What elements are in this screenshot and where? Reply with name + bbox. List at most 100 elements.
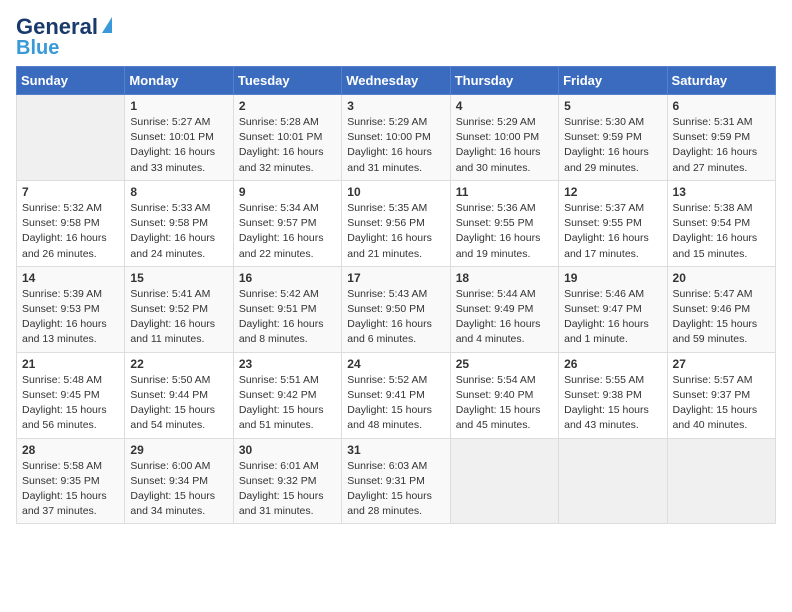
calendar-cell: 2 Sunrise: 5:28 AMSunset: 10:01 PMDayligh…: [233, 95, 341, 181]
calendar-cell: 15 Sunrise: 5:41 AMSunset: 9:52 PMDayligh…: [125, 266, 233, 352]
logo: General Blue: [16, 16, 112, 58]
day-number: 15: [130, 271, 227, 285]
day-info: Sunrise: 5:48 AMSunset: 9:45 PMDaylight:…: [22, 373, 119, 434]
calendar-cell: 4 Sunrise: 5:29 AMSunset: 10:00 PMDayligh…: [450, 95, 558, 181]
calendar-header-row: SundayMondayTuesdayWednesdayThursdayFrid…: [17, 67, 776, 95]
calendar-cell: 30Sunrise: 6:01 AMSunset: 9:32 PMDayligh…: [233, 438, 341, 524]
day-number: 3: [347, 99, 444, 113]
calendar-cell: 19 Sunrise: 5:46 AMSunset: 9:47 PMDayligh…: [559, 266, 667, 352]
day-number: 23: [239, 357, 336, 371]
day-info: Sunrise: 5:29 AMSunset: 10:00 PMDaylight…: [347, 115, 444, 176]
calendar-cell: 8 Sunrise: 5:33 AMSunset: 9:58 PMDaylight…: [125, 180, 233, 266]
day-info: Sunrise: 5:41 AMSunset: 9:52 PMDaylight:…: [130, 287, 227, 348]
calendar-cell: 17Sunrise: 5:43 AMSunset: 9:50 PMDayligh…: [342, 266, 450, 352]
day-info: Sunrise: 5:35 AMSunset: 9:56 PMDaylight:…: [347, 201, 444, 262]
day-number: 11: [456, 185, 553, 199]
day-number: 24: [347, 357, 444, 371]
column-header-thursday: Thursday: [450, 67, 558, 95]
column-header-sunday: Sunday: [17, 67, 125, 95]
day-info: Sunrise: 5:28 AMSunset: 10:01 PMDaylight…: [239, 115, 336, 176]
logo-text-blue: Blue: [16, 38, 59, 58]
day-number: 18: [456, 271, 553, 285]
day-number: 20: [673, 271, 770, 285]
day-info: Sunrise: 5:33 AMSunset: 9:58 PMDaylight:…: [130, 201, 227, 262]
calendar-cell: [559, 438, 667, 524]
calendar-cell: 12 Sunrise: 5:37 AMSunset: 9:55 PMDayligh…: [559, 180, 667, 266]
day-number: 22: [130, 357, 227, 371]
day-number: 4: [456, 99, 553, 113]
day-info: Sunrise: 5:39 AMSunset: 9:53 PMDaylight:…: [22, 287, 119, 348]
day-info: Sunrise: 5:43 AMSunset: 9:50 PMDaylight:…: [347, 287, 444, 348]
calendar-cell: 10 Sunrise: 5:35 AMSunset: 9:56 PMDayligh…: [342, 180, 450, 266]
logo-triangle-icon: [102, 17, 112, 33]
week-row-1: 1 Sunrise: 5:27 AMSunset: 10:01 PMDayligh…: [17, 95, 776, 181]
column-header-monday: Monday: [125, 67, 233, 95]
calendar-cell: [450, 438, 558, 524]
day-info: Sunrise: 5:57 AMSunset: 9:37 PMDaylight:…: [673, 373, 770, 434]
day-number: 12: [564, 185, 661, 199]
column-header-wednesday: Wednesday: [342, 67, 450, 95]
day-info: Sunrise: 5:46 AMSunset: 9:47 PMDaylight:…: [564, 287, 661, 348]
column-header-tuesday: Tuesday: [233, 67, 341, 95]
logo-text-general: General: [16, 16, 98, 38]
calendar-cell: 7 Sunrise: 5:32 AMSunset: 9:58 PMDaylight…: [17, 180, 125, 266]
day-number: 2: [239, 99, 336, 113]
day-number: 29: [130, 443, 227, 457]
day-info: Sunrise: 5:32 AMSunset: 9:58 PMDaylight:…: [22, 201, 119, 262]
calendar-cell: 29Sunrise: 6:00 AMSunset: 9:34 PMDayligh…: [125, 438, 233, 524]
day-info: Sunrise: 5:37 AMSunset: 9:55 PMDaylight:…: [564, 201, 661, 262]
day-number: 9: [239, 185, 336, 199]
day-number: 10: [347, 185, 444, 199]
week-row-5: 28Sunrise: 5:58 AMSunset: 9:35 PMDayligh…: [17, 438, 776, 524]
week-row-3: 14Sunrise: 5:39 AMSunset: 9:53 PMDayligh…: [17, 266, 776, 352]
day-number: 16: [239, 271, 336, 285]
column-header-friday: Friday: [559, 67, 667, 95]
calendar-cell: [17, 95, 125, 181]
page-header: General Blue: [16, 16, 776, 58]
calendar-cell: 23 Sunrise: 5:51 AMSunset: 9:42 PMDayligh…: [233, 352, 341, 438]
day-info: Sunrise: 6:03 AMSunset: 9:31 PMDaylight:…: [347, 459, 444, 520]
day-info: Sunrise: 5:38 AMSunset: 9:54 PMDaylight:…: [673, 201, 770, 262]
calendar-cell: [667, 438, 775, 524]
day-info: Sunrise: 5:27 AMSunset: 10:01 PMDaylight…: [130, 115, 227, 176]
week-row-4: 21Sunrise: 5:48 AMSunset: 9:45 PMDayligh…: [17, 352, 776, 438]
calendar-cell: 16 Sunrise: 5:42 AMSunset: 9:51 PMDayligh…: [233, 266, 341, 352]
week-row-2: 7 Sunrise: 5:32 AMSunset: 9:58 PMDaylight…: [17, 180, 776, 266]
day-number: 27: [673, 357, 770, 371]
day-number: 7: [22, 185, 119, 199]
calendar-cell: 31 Sunrise: 6:03 AMSunset: 9:31 PMDayligh…: [342, 438, 450, 524]
calendar-cell: 26 Sunrise: 5:55 AMSunset: 9:38 PMDayligh…: [559, 352, 667, 438]
day-number: 31: [347, 443, 444, 457]
day-number: 28: [22, 443, 119, 457]
day-info: Sunrise: 5:42 AMSunset: 9:51 PMDaylight:…: [239, 287, 336, 348]
day-number: 6: [673, 99, 770, 113]
column-header-saturday: Saturday: [667, 67, 775, 95]
calendar-cell: 3 Sunrise: 5:29 AMSunset: 10:00 PMDayligh…: [342, 95, 450, 181]
day-info: Sunrise: 5:54 AMSunset: 9:40 PMDaylight:…: [456, 373, 553, 434]
calendar-cell: 1 Sunrise: 5:27 AMSunset: 10:01 PMDayligh…: [125, 95, 233, 181]
calendar-cell: 27 Sunrise: 5:57 AMSunset: 9:37 PMDayligh…: [667, 352, 775, 438]
calendar-cell: 28Sunrise: 5:58 AMSunset: 9:35 PMDayligh…: [17, 438, 125, 524]
day-info: Sunrise: 5:30 AMSunset: 9:59 PMDaylight:…: [564, 115, 661, 176]
day-info: Sunrise: 5:34 AMSunset: 9:57 PMDaylight:…: [239, 201, 336, 262]
day-number: 8: [130, 185, 227, 199]
day-number: 5: [564, 99, 661, 113]
day-number: 13: [673, 185, 770, 199]
day-info: Sunrise: 6:01 AMSunset: 9:32 PMDaylight:…: [239, 459, 336, 520]
calendar-cell: 18Sunrise: 5:44 AMSunset: 9:49 PMDayligh…: [450, 266, 558, 352]
calendar-cell: 24Sunrise: 5:52 AMSunset: 9:41 PMDayligh…: [342, 352, 450, 438]
calendar-cell: 13 Sunrise: 5:38 AMSunset: 9:54 PMDayligh…: [667, 180, 775, 266]
day-number: 25: [456, 357, 553, 371]
calendar-cell: 14Sunrise: 5:39 AMSunset: 9:53 PMDayligh…: [17, 266, 125, 352]
day-info: Sunrise: 5:55 AMSunset: 9:38 PMDaylight:…: [564, 373, 661, 434]
day-info: Sunrise: 5:50 AMSunset: 9:44 PMDaylight:…: [130, 373, 227, 434]
day-number: 1: [130, 99, 227, 113]
calendar-cell: 20Sunrise: 5:47 AMSunset: 9:46 PMDayligh…: [667, 266, 775, 352]
calendar-cell: 11 Sunrise: 5:36 AMSunset: 9:55 PMDayligh…: [450, 180, 558, 266]
day-info: Sunrise: 5:36 AMSunset: 9:55 PMDaylight:…: [456, 201, 553, 262]
day-info: Sunrise: 5:29 AMSunset: 10:00 PMDaylight…: [456, 115, 553, 176]
day-info: Sunrise: 5:51 AMSunset: 9:42 PMDaylight:…: [239, 373, 336, 434]
day-number: 19: [564, 271, 661, 285]
day-number: 26: [564, 357, 661, 371]
calendar-cell: 25 Sunrise: 5:54 AMSunset: 9:40 PMDayligh…: [450, 352, 558, 438]
